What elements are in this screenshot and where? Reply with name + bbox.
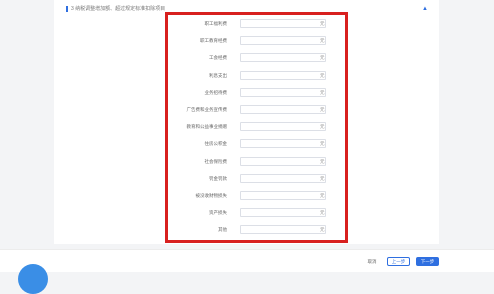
unit-label: 元 — [320, 55, 325, 61]
footer-bar: 取消 上一步 下一步 — [0, 249, 494, 272]
field-label: 罚金罚款 — [209, 175, 227, 181]
amount-input[interactable] — [240, 105, 326, 114]
form-row: 被没收财物损失 元 — [0, 191, 494, 201]
form-row: 住房公积金 元 — [0, 139, 494, 149]
field-label: 资产损失 — [209, 210, 227, 216]
field-label: 职工福利费 — [204, 21, 228, 26]
amount-input[interactable] — [240, 19, 326, 28]
prev-step-button[interactable]: 上一步 — [387, 257, 410, 266]
form-row: 其他 元 — [0, 225, 494, 235]
unit-label: 元 — [320, 38, 325, 44]
field-label: 其他 — [218, 227, 227, 233]
form-row: 利息支出 元 — [0, 70, 494, 81]
amount-input[interactable] — [240, 208, 326, 218]
form-row: 教育和公益事业捐赠 元 — [0, 122, 494, 132]
unit-label: 元 — [320, 210, 325, 216]
amount-input[interactable] — [240, 36, 326, 46]
field-label: 教育和公益事业捐赠 — [186, 124, 228, 130]
unit-label: 元 — [320, 175, 325, 181]
unit-label: 元 — [320, 124, 325, 130]
field-label: 工会经费 — [209, 55, 227, 61]
field-label: 职工教育经费 — [200, 38, 227, 44]
assistant-avatar[interactable] — [18, 264, 48, 294]
amount-input[interactable] — [240, 191, 326, 200]
field-label: 社会保险费 — [204, 158, 228, 164]
amount-input[interactable] — [240, 70, 326, 80]
field-label: 广告费和业务宣传费 — [186, 107, 228, 112]
unit-label: 元 — [320, 72, 325, 78]
form-row: 职工福利费 元 — [0, 19, 494, 29]
section-marker — [66, 6, 68, 12]
unit-label: 元 — [320, 89, 325, 95]
form-row: 社会保险费 元 — [0, 156, 494, 167]
unit-label: 元 — [320, 141, 325, 147]
unit-label: 元 — [320, 158, 325, 164]
amount-input[interactable] — [240, 122, 326, 132]
amount-input[interactable] — [240, 156, 326, 166]
amount-input[interactable] — [240, 225, 326, 235]
amount-input[interactable] — [240, 87, 326, 97]
chevron-up-icon[interactable]: ▲ — [422, 4, 428, 14]
form-row: 罚金罚款 元 — [0, 173, 494, 184]
next-step-button[interactable]: 下一步 — [416, 257, 439, 266]
form-row: 业务招待费 元 — [0, 87, 494, 98]
field-label: 利息支出 — [209, 72, 227, 78]
form-row: 职工教育经费 元 — [0, 36, 494, 46]
amount-input[interactable] — [240, 139, 326, 149]
form-row: 工会经费 元 — [0, 53, 494, 63]
unit-label: 元 — [320, 193, 325, 198]
field-label: 被没收财物损失 — [195, 193, 228, 198]
field-label: 业务招待费 — [204, 89, 228, 95]
unit-label: 元 — [320, 107, 325, 112]
amount-input[interactable] — [240, 53, 326, 63]
section-title: 3 纳税调整增加额、超过规定标准扣除项目 — [71, 6, 166, 12]
unit-label: 元 — [320, 21, 325, 26]
cancel-button[interactable]: 取消 — [364, 257, 380, 266]
form-row: 资产损失 元 — [0, 208, 494, 218]
form-row: 广告费和业务宣传费 元 — [0, 105, 494, 115]
amount-input[interactable] — [240, 173, 326, 183]
field-label: 住房公积金 — [204, 141, 228, 147]
unit-label: 元 — [320, 227, 325, 233]
